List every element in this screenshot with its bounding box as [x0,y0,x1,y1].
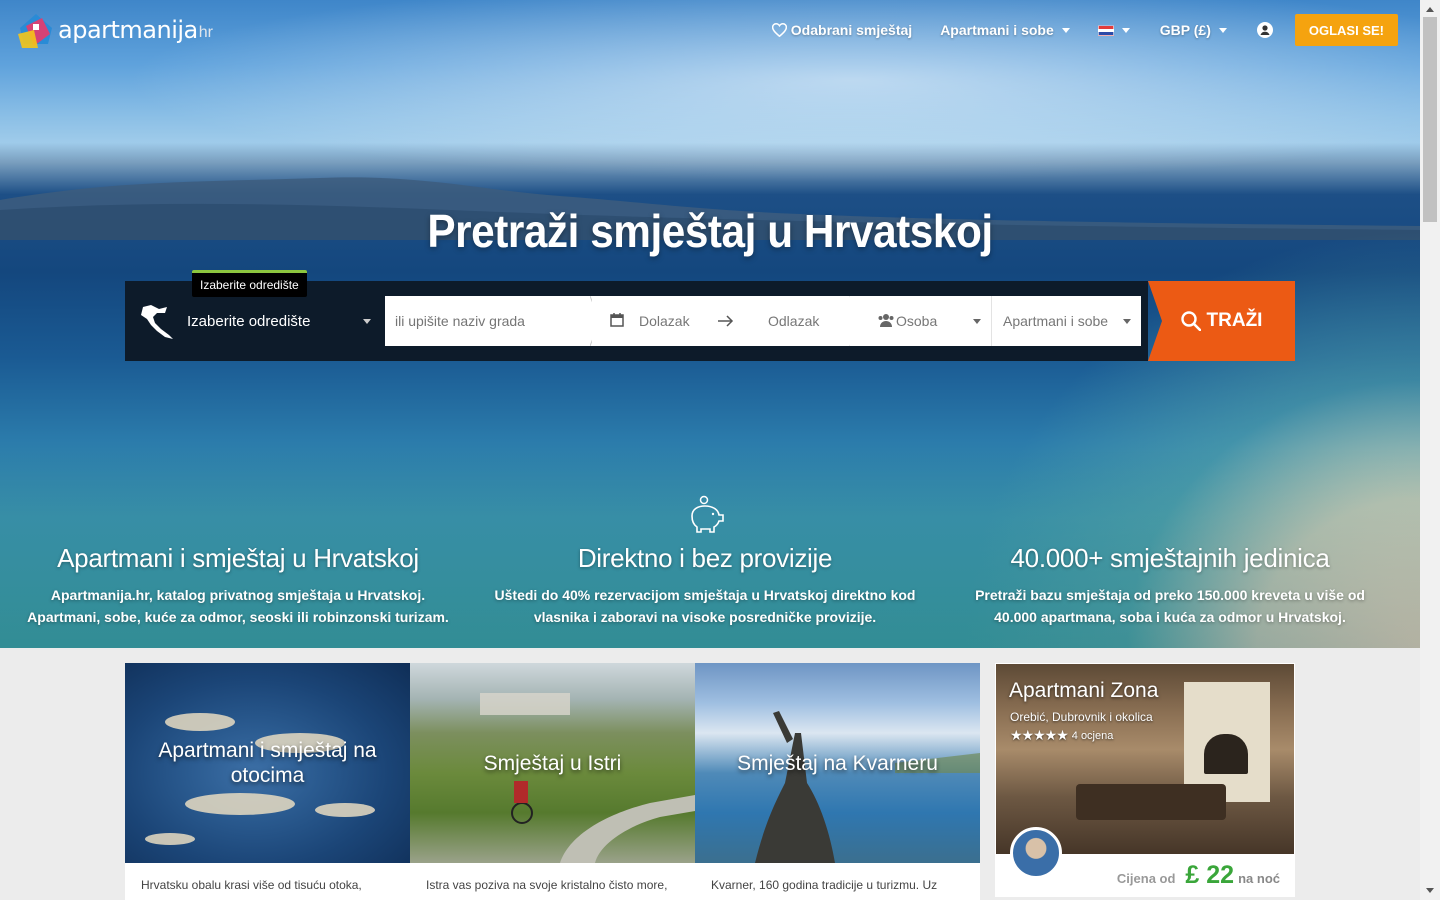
heart-icon [771,23,787,37]
arrow-right-icon [718,315,734,327]
card-text: Hrvatsku obalu krasi više od tisuću otok… [141,878,362,892]
card-text: Istra vas poziva na svoje kristalno čist… [426,878,668,892]
users-icon [878,314,894,327]
price-unit: na noć [1238,871,1280,886]
departure-field[interactable]: Odlazak [768,313,819,329]
scroll-thumb[interactable] [1423,17,1437,222]
hero-title: Pretraži smještaj u Hrvatskoj [427,205,993,257]
destination-tooltip: Izaberite odredište [192,270,307,297]
advertise-button[interactable]: OGLASI SE! [1294,14,1398,46]
favorites-label: Odabrani smještaj [790,22,913,38]
card-title: Smještaj na Kvarneru [737,751,938,775]
logo-text: apartmanija [58,16,198,44]
listing-location: Orebić, Dubrovnik i okolica [1010,710,1153,724]
croatian-flag-icon [1097,24,1114,36]
review-count: 4 ocjena [1071,729,1114,742]
currency-dropdown[interactable]: GBP (£) [1160,22,1227,38]
destination-select[interactable]: Izaberite odredište [137,296,377,346]
city-field[interactable] [385,296,592,346]
feature-no-commission: Direktno i bez provizije Uštedi do 40% r… [475,543,935,628]
search-button[interactable]: TRAŽI [1148,281,1295,361]
featured-listing[interactable]: Apartmani Zona Orebić, Dubrovnik i okoli… [995,663,1295,897]
chevron-down-icon [1121,27,1130,33]
dates-field[interactable]: Dolazak Odlazak [592,296,850,346]
chevron-down-icon [363,318,371,324]
calendar-icon [610,313,624,327]
accommodation-types-label: Apartmani i sobe [1003,313,1109,329]
arrival-field[interactable]: Dolazak [639,313,690,329]
card-image: Smještaj na Kvarneru [695,663,980,863]
feature-text: Pretraži bazu smještaja od preko 150.000… [975,587,1365,625]
accommodation-types-dropdown[interactable]: Apartmani i sobe [991,296,1141,346]
feature-title: 40.000+ smještajnih jedinica [1010,543,1330,573]
guests-label: Osoba [896,313,938,329]
language-dropdown[interactable] [1097,24,1130,36]
logo-suffix: hr [198,24,213,41]
feature-title: Apartmani i smještaj u Hrvatskoj [57,543,419,573]
scroll-up-icon[interactable] [1426,7,1434,12]
chevron-down-icon [973,318,981,324]
listing-price: Cijena od £ 22 na noć [1117,861,1280,890]
favorites-link[interactable]: Odabrani smještaj [771,22,913,38]
search-icon [1180,311,1201,331]
currency-label: GBP (£) [1159,22,1211,38]
site-logo[interactable]: apartmanija hr [16,10,213,50]
price-value: £ 22 [1185,861,1235,889]
card-image: Smještaj u Istri [410,663,695,863]
feature-text: Uštedi do 40% rezervacijom smještaja u H… [494,587,916,625]
listing-name: Apartmani Zona [1009,679,1159,702]
page-scrollbar[interactable] [1420,0,1440,900]
croatia-map-icon [141,305,173,339]
star-rating-icon: ★★★★★ [1010,727,1069,743]
chevron-down-icon [1061,27,1070,33]
feature-units: 40.000+ smještajnih jedinica Pretraži ba… [940,543,1400,628]
chevron-down-icon [1123,318,1131,324]
accommodation-type-dropdown[interactable]: Apartmani i sobe [940,22,1070,38]
guests-dropdown[interactable]: Osoba [850,296,991,346]
price-from-label: Cijena od [1116,871,1176,886]
accommodation-type-label: Apartmani i sobe [940,22,1054,38]
card-title: Apartmani i smještaj na otocima [158,739,377,787]
host-avatar [1010,827,1062,879]
feature-title: Direktno i bez provizije [577,543,833,573]
card-title: Smještaj u Istri [483,751,622,775]
user-icon [1256,22,1273,38]
card-kvarner[interactable]: Smještaj na Kvarneru Kvarner, 160 godina… [695,663,980,900]
feature-text: Apartmanija.hr, katalog privatnog smješt… [27,587,449,625]
chevron-down-icon [1218,27,1227,33]
card-istria[interactable]: Smještaj u Istri Istra vas poziva na svo… [410,663,695,900]
top-nav: Odabrani smještaj Apartmani i sobe GBP (… [771,14,1398,46]
destination-label: Izaberite odredište [187,312,311,330]
card-islands[interactable]: Apartmani i smještaj na otocima Hrvatsku… [125,663,410,900]
card-text: Kvarner, 160 godina tradicije u turizmu.… [711,878,938,892]
city-input[interactable] [395,313,592,329]
listing-rating: ★★★★★ 4 ocjena [1010,727,1113,744]
search-button-label: TRAŽI [1206,310,1263,331]
piggy-bank-icon [691,495,724,533]
feature-accommodation: Apartmani i smještaj u Hrvatskoj Apartma… [8,543,468,628]
user-account-button[interactable] [1256,22,1273,38]
logo-house-icon [18,14,52,48]
scroll-down-icon[interactable] [1426,888,1434,893]
card-image: Apartmani i smještaj na otocima [125,663,410,863]
